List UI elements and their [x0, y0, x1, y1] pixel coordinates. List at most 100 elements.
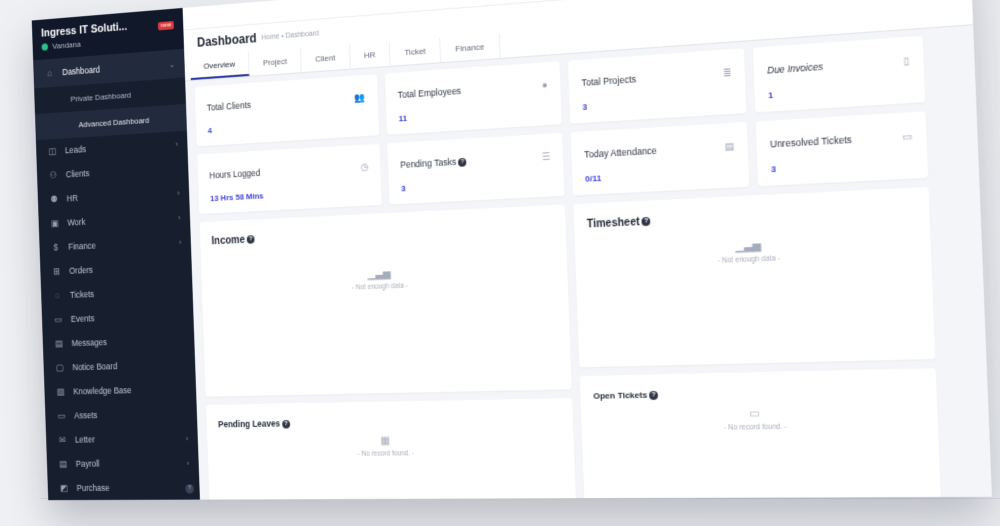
sidebar-item-label: Leads [65, 144, 86, 155]
panel-title-text: Timesheet [587, 216, 640, 230]
card-value: 3 [401, 184, 406, 194]
tickets-icon: ◌ [50, 290, 65, 301]
sidebar-sub-label: Private Dashboard [70, 90, 131, 103]
card-title: Unresolved Tickets [770, 134, 852, 150]
chevron-right-icon: › [175, 139, 178, 148]
layers-icon: ≣ [723, 67, 732, 80]
open-tickets-panel: Open Tickets? ▭ - No record found. - [580, 368, 941, 500]
brand-badge: new [158, 21, 174, 30]
panel-title: Open Tickets? [593, 390, 658, 401]
total-employees-card[interactable]: Total Employees ● 11 [385, 61, 562, 135]
user-icon: ● [542, 80, 548, 91]
empty-text: - No record found. - [208, 448, 575, 459]
ticket-icon: ▭ [581, 405, 938, 423]
leads-icon: ◫ [45, 145, 60, 157]
card-value: 3 [771, 164, 776, 174]
page-title: Dashboard [197, 31, 257, 50]
sidebar-item-label: Clients [66, 168, 90, 179]
sidebar-item-label: Work [67, 217, 85, 228]
chevron-right-icon: › [187, 458, 190, 467]
chevron-right-icon: › [186, 434, 189, 443]
pending-leaves-panel: Pending Leaves? ▦ - No record found. - [206, 398, 577, 500]
income-empty-state: ▁▃▅ - Not enough data - [201, 261, 567, 297]
chevron-down-icon: ⌄ [169, 59, 176, 69]
orders-icon: ⊞ [49, 266, 64, 278]
chevron-right-icon: › [179, 237, 182, 246]
hours-logged-card[interactable]: Hours Logged ◷ 13 Hrs 58 Mins [197, 144, 381, 214]
online-status-icon [42, 43, 49, 50]
tab-ticket[interactable]: Ticket [390, 38, 441, 66]
unresolved-tickets-card[interactable]: Unresolved Tickets ▭ 3 [756, 111, 928, 186]
pending-leaves-empty-state: ▦ - No record found. - [207, 433, 574, 460]
sidebar-sub-label: Advanced Dashboard [78, 115, 149, 129]
card-value: 3 [582, 102, 587, 112]
sidebar-item-knowledge-base[interactable]: ▧ Knowledge Base [44, 376, 196, 404]
calendar-icon: ▦ [207, 433, 574, 449]
user-name: Vandana [52, 40, 81, 51]
sidebar: Ingress IT Soluti... Vandana new ⌂ Dashb… [32, 8, 200, 500]
tab-finance[interactable]: Finance [441, 33, 501, 62]
sidebar-item-payroll[interactable]: ▤ Payroll › [47, 450, 199, 476]
today-attendance-card[interactable]: Today Attendance ▤ 0/11 [571, 122, 750, 195]
card-value: 4 [208, 126, 213, 136]
sidebar-item-purchase[interactable]: ◩Purchase› [47, 475, 200, 500]
sidebar-item-letter[interactable]: ✉ Letter › [46, 426, 198, 452]
finance-icon: $ [48, 242, 63, 253]
notice-icon: ▢ [52, 362, 67, 373]
sidebar-item-assets[interactable]: ▭ Assets [45, 401, 197, 428]
panel-title: Income? [211, 234, 254, 247]
breadcrumb: Home • Dashboard [261, 30, 319, 42]
clients-icon: ⚇ [46, 169, 61, 181]
help-icon[interactable]: ? [649, 391, 658, 400]
total-projects-card[interactable]: Total Projects ≣ 3 [568, 48, 746, 123]
card-title: Due Invoices [767, 61, 823, 76]
card-title-text: Pending Tasks [400, 156, 456, 170]
panel-title: Pending Leaves? [218, 418, 290, 429]
tab-client[interactable]: Client [301, 45, 350, 73]
perspective-stage: Ingress IT Soluti... Vandana new ⌂ Dashb… [0, 0, 1000, 526]
card-value: 1 [768, 90, 773, 100]
tab-project[interactable]: Project [249, 48, 302, 76]
timesheet-panel: Timesheet? ▁▃▅ - Not enough data - [573, 187, 935, 367]
work-icon: ▣ [48, 217, 63, 229]
messages-icon: ▤ [52, 338, 67, 349]
clock-icon: ◷ [360, 161, 368, 173]
card-title: Hours Logged [209, 167, 260, 180]
help-icon[interactable]: ? [185, 484, 194, 493]
purchase-icon: ◩ [57, 482, 72, 493]
sidebar-item-label: Knowledge Base [73, 385, 132, 396]
help-icon[interactable]: ? [642, 217, 651, 226]
users-icon: 👥 [354, 92, 366, 104]
panel-title: Timesheet? [587, 216, 651, 231]
help-icon[interactable]: ? [282, 420, 290, 428]
letter-icon: ✉ [55, 434, 70, 445]
card-title: Pending Tasks? [400, 156, 466, 170]
pending-tasks-card[interactable]: Pending Tasks? ☰ 3 [387, 133, 564, 205]
ticket-icon: ▭ [902, 130, 912, 143]
panel-title-text: Open Tickets [593, 390, 647, 401]
panel-title-text: Income [211, 235, 245, 248]
card-title: Total Clients [207, 100, 251, 113]
invoice-icon: ▯ [903, 55, 909, 68]
tab-hr[interactable]: HR [350, 42, 391, 69]
app-window: Ingress IT Soluti... Vandana new ⌂ Dashb… [32, 0, 992, 500]
tab-overview[interactable]: Overview [190, 52, 250, 80]
sidebar-item-notice-board[interactable]: ▢ Notice Board [43, 352, 195, 380]
card-value: 0/11 [585, 173, 602, 184]
sidebar-item-label: Assets [74, 410, 98, 420]
total-clients-card[interactable]: Total Clients 👥 4 [195, 74, 379, 146]
assets-icon: ▭ [54, 410, 69, 421]
card-title: Total Projects [581, 74, 636, 89]
knowledge-icon: ▧ [53, 386, 68, 397]
hr-icon: ⚉ [47, 193, 62, 205]
sidebar-item-label: Tickets [70, 289, 94, 300]
help-icon[interactable]: ? [458, 158, 467, 167]
help-icon[interactable]: ? [247, 236, 255, 245]
sidebar-nav-list: ◫ Leads › ⚇ Clients ⚉ HR › ▣ Work › $ Finance › ⊞ Order… [36, 131, 200, 501]
sidebar-item-label: Orders [69, 265, 93, 276]
due-invoices-card[interactable]: Due Invoices ▯ 1 [753, 36, 925, 113]
sidebar-item-label: Payroll [76, 459, 100, 469]
home-icon: ⌂ [42, 68, 57, 79]
sidebar-item-label: Letter [75, 434, 95, 444]
card-value: 11 [398, 113, 407, 123]
